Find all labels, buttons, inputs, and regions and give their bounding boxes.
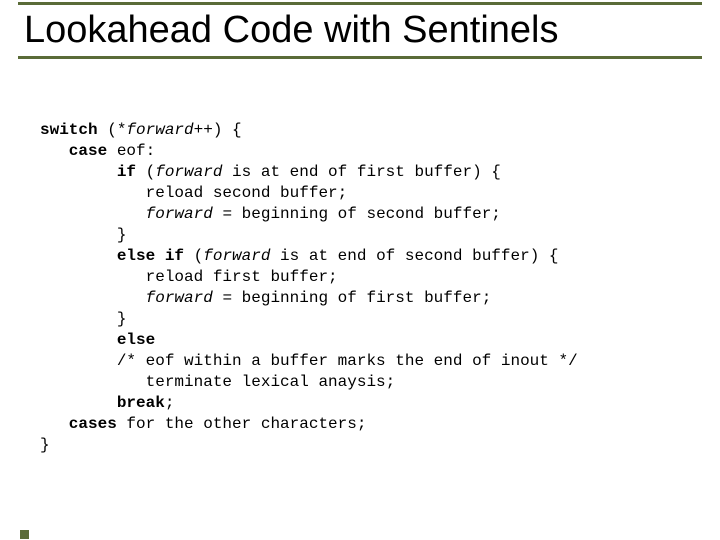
code-block: switch (*forward++) { case eof: if (forw… (40, 120, 700, 456)
title-rule-bottom (18, 56, 702, 59)
code-text: ++) { (194, 121, 242, 139)
code-text: } (40, 310, 126, 328)
bullet-icon (20, 530, 29, 539)
slide: Lookahead Code with Sentinels switch (*f… (0, 0, 720, 540)
it-forward: forward (126, 121, 193, 139)
it-forward: forward (146, 205, 213, 223)
kw-case: case (40, 142, 107, 160)
code-text: ( (184, 247, 203, 265)
code-comment: /* eof within a buffer marks the end of … (40, 352, 578, 370)
it-forward: forward (146, 289, 213, 307)
code-text: reload first buffer; (40, 268, 338, 286)
code-text: terminate lexical anaysis; (40, 373, 395, 391)
it-forward: forward (203, 247, 270, 265)
code-text (40, 289, 146, 307)
code-text: eof: (107, 142, 155, 160)
kw-cases: cases (40, 415, 117, 433)
code-text: } (40, 226, 126, 244)
code-text: for the other characters; (117, 415, 367, 433)
code-text: } (40, 436, 50, 454)
title-block: Lookahead Code with Sentinels (18, 2, 702, 59)
code-text: is at end of first buffer) { (222, 163, 500, 181)
kw-if: if (40, 163, 136, 181)
kw-switch: switch (40, 121, 98, 139)
it-forward: forward (155, 163, 222, 181)
code-text: ; (165, 394, 175, 412)
slide-title: Lookahead Code with Sentinels (18, 5, 702, 56)
kw-break: break (40, 394, 165, 412)
code-text: ( (136, 163, 155, 181)
code-text: is at end of second buffer) { (270, 247, 558, 265)
code-text (40, 205, 146, 223)
code-text: reload second buffer; (40, 184, 347, 202)
code-text: = beginning of second buffer; (213, 205, 501, 223)
code-text: = beginning of first buffer; (213, 289, 491, 307)
kw-elseif: else if (40, 247, 184, 265)
code-text: (* (98, 121, 127, 139)
kw-else: else (40, 331, 155, 349)
